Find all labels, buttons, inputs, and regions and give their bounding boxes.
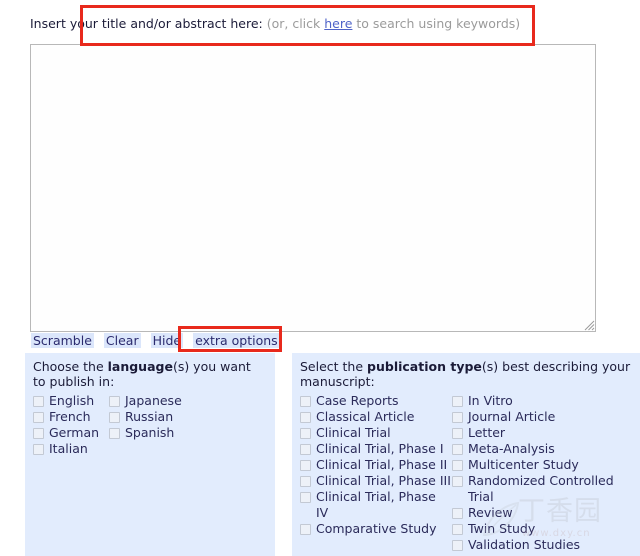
abstract-prompt-hint-after: to search using keywords) [352, 16, 521, 31]
pubtype-checkbox-columns: Case Reports Classical Article Clinical Tr… [300, 393, 632, 553]
checkbox-icon[interactable] [452, 460, 463, 471]
pubtype-checkbox-item[interactable]: Multicenter Study [452, 457, 622, 473]
pubtype-column-left: Case Reports Classical Article Clinical Tr… [300, 393, 452, 553]
pubtype-checkbox-item[interactable]: Comparative Study [300, 521, 452, 537]
checkbox-icon[interactable] [300, 492, 311, 503]
abstract-prompt: Insert your title and/or abstract here: … [30, 16, 520, 32]
checkbox-icon[interactable] [452, 524, 463, 535]
pubtype-checkbox-label: Multicenter Study [468, 457, 579, 472]
checkbox-icon[interactable] [300, 524, 311, 535]
pubtype-checkbox-label: Journal Article [468, 409, 556, 424]
clear-button[interactable]: Clear [103, 333, 141, 348]
pubtype-checkbox-label: Randomized Controlled Trial [468, 473, 614, 504]
pubtype-checkbox-item[interactable]: Twin Study [452, 521, 622, 537]
scramble-button[interactable]: Scramble [31, 333, 94, 348]
checkbox-icon[interactable] [300, 428, 311, 439]
pubtype-checkbox-item[interactable]: Validation Studies [452, 537, 622, 553]
checkbox-icon[interactable] [452, 508, 463, 519]
pubtype-checkbox-label: Clinical Trial, Phase III [316, 473, 451, 488]
checkbox-icon[interactable] [300, 460, 311, 471]
pubtype-checkbox-label: Meta-Analysis [468, 441, 555, 456]
language-title-bold: language [107, 359, 173, 374]
checkbox-icon[interactable] [452, 396, 463, 407]
pubtype-checkbox-label: Clinical Trial, Phase I [316, 441, 444, 456]
checkbox-icon[interactable] [109, 396, 120, 407]
publication-type-panel: Select the publication type(s) best desc… [292, 353, 640, 556]
checkbox-icon[interactable] [452, 540, 463, 551]
abstract-prompt-hint-before: (or, click [262, 16, 325, 31]
pubtype-checkbox-item[interactable]: Classical Article [300, 409, 452, 425]
pubtype-checkbox-item[interactable]: Letter [452, 425, 622, 441]
pubtype-checkbox-item[interactable]: Clinical Trial, Phase IV [300, 489, 452, 521]
pubtype-column-right: In Vitro Journal Article Letter Meta-Analys… [452, 393, 622, 553]
checkbox-icon[interactable] [33, 412, 44, 423]
pubtype-checkbox-item[interactable]: In Vitro [452, 393, 622, 409]
language-checkbox-label: Spanish [125, 425, 175, 440]
pubtype-checkbox-item[interactable]: Randomized Controlled Trial [452, 473, 622, 505]
pubtype-checkbox-label: Case Reports [316, 393, 399, 408]
checkbox-icon[interactable] [300, 476, 311, 487]
pubtype-checkbox-item[interactable]: Clinical Trial, Phase III [300, 473, 452, 489]
pubtype-checkbox-label: Clinical Trial, Phase IV [316, 489, 436, 520]
pubtype-checkbox-item[interactable]: Journal Article [452, 409, 622, 425]
language-checkbox-columns: English French German Italian Japanese Russi… [33, 393, 267, 457]
pubtype-panel-title: Select the publication type(s) best desc… [300, 359, 632, 389]
keyword-search-link[interactable]: here [324, 16, 352, 31]
pubtype-checkbox-item[interactable]: Meta-Analysis [452, 441, 622, 457]
checkbox-icon[interactable] [452, 412, 463, 423]
language-checkbox-item[interactable]: English [33, 393, 109, 409]
pubtype-checkbox-label: In Vitro [468, 393, 513, 408]
pubtype-checkbox-label: Clinical Trial [316, 425, 391, 440]
abstract-prompt-label: Insert your title and/or abstract here: [30, 16, 263, 31]
language-title-pre: Choose the [33, 359, 108, 374]
hide-button[interactable]: Hide [150, 333, 184, 348]
language-checkbox-item[interactable]: Japanese [109, 393, 229, 409]
language-column-left: English French German Italian [33, 393, 109, 457]
checkbox-icon[interactable] [300, 412, 311, 423]
checkbox-icon[interactable] [452, 444, 463, 455]
pubtype-checkbox-label: Review [468, 505, 513, 520]
language-checkbox-item[interactable]: French [33, 409, 109, 425]
pubtype-checkbox-item[interactable]: Review [452, 505, 622, 521]
checkbox-icon[interactable] [452, 476, 463, 487]
checkbox-icon[interactable] [33, 396, 44, 407]
pubtype-checkbox-label: Comparative Study [316, 521, 437, 536]
language-checkbox-item[interactable]: Spanish [109, 425, 229, 441]
checkbox-icon[interactable] [33, 428, 44, 439]
language-checkbox-label: Russian [125, 409, 174, 424]
extra-options-button[interactable]: extra options [193, 333, 280, 348]
language-panel-title: Choose the language(s) you want to publi… [33, 359, 267, 389]
pubtype-checkbox-label: Clinical Trial, Phase II [316, 457, 448, 472]
checkbox-icon[interactable] [300, 444, 311, 455]
language-checkbox-label: German [49, 425, 100, 440]
pubtype-checkbox-item[interactable]: Clinical Trial [300, 425, 452, 441]
language-column-right: Japanese Russian Spanish [109, 393, 229, 457]
action-button-row: Scramble Clear Hide extra options [31, 333, 280, 348]
pubtype-checkbox-item[interactable]: Clinical Trial, Phase II [300, 457, 452, 473]
language-checkbox-label: Japanese [125, 393, 182, 408]
language-checkbox-label: Italian [49, 441, 88, 456]
checkbox-icon[interactable] [33, 444, 44, 455]
checkbox-icon[interactable] [300, 396, 311, 407]
pubtype-title-bold: publication type [367, 359, 482, 374]
language-checkbox-label: English [49, 393, 95, 408]
language-panel: Choose the language(s) you want to publi… [25, 353, 275, 556]
pubtype-checkbox-item[interactable]: Case Reports [300, 393, 452, 409]
pubtype-checkbox-label: Twin Study [468, 521, 536, 536]
pubtype-title-pre: Select the [300, 359, 368, 374]
abstract-input[interactable] [30, 44, 596, 332]
pubtype-checkbox-label: Classical Article [316, 409, 415, 424]
language-checkbox-item[interactable]: German [33, 425, 109, 441]
pubtype-checkbox-label: Letter [468, 425, 506, 440]
checkbox-icon[interactable] [452, 428, 463, 439]
language-checkbox-item[interactable]: Russian [109, 409, 229, 425]
pubtype-checkbox-label: Validation Studies [468, 537, 581, 552]
language-checkbox-item[interactable]: Italian [33, 441, 109, 457]
checkbox-icon[interactable] [109, 412, 120, 423]
language-checkbox-label: French [49, 409, 91, 424]
pubtype-checkbox-item[interactable]: Clinical Trial, Phase I [300, 441, 452, 457]
checkbox-icon[interactable] [109, 428, 120, 439]
